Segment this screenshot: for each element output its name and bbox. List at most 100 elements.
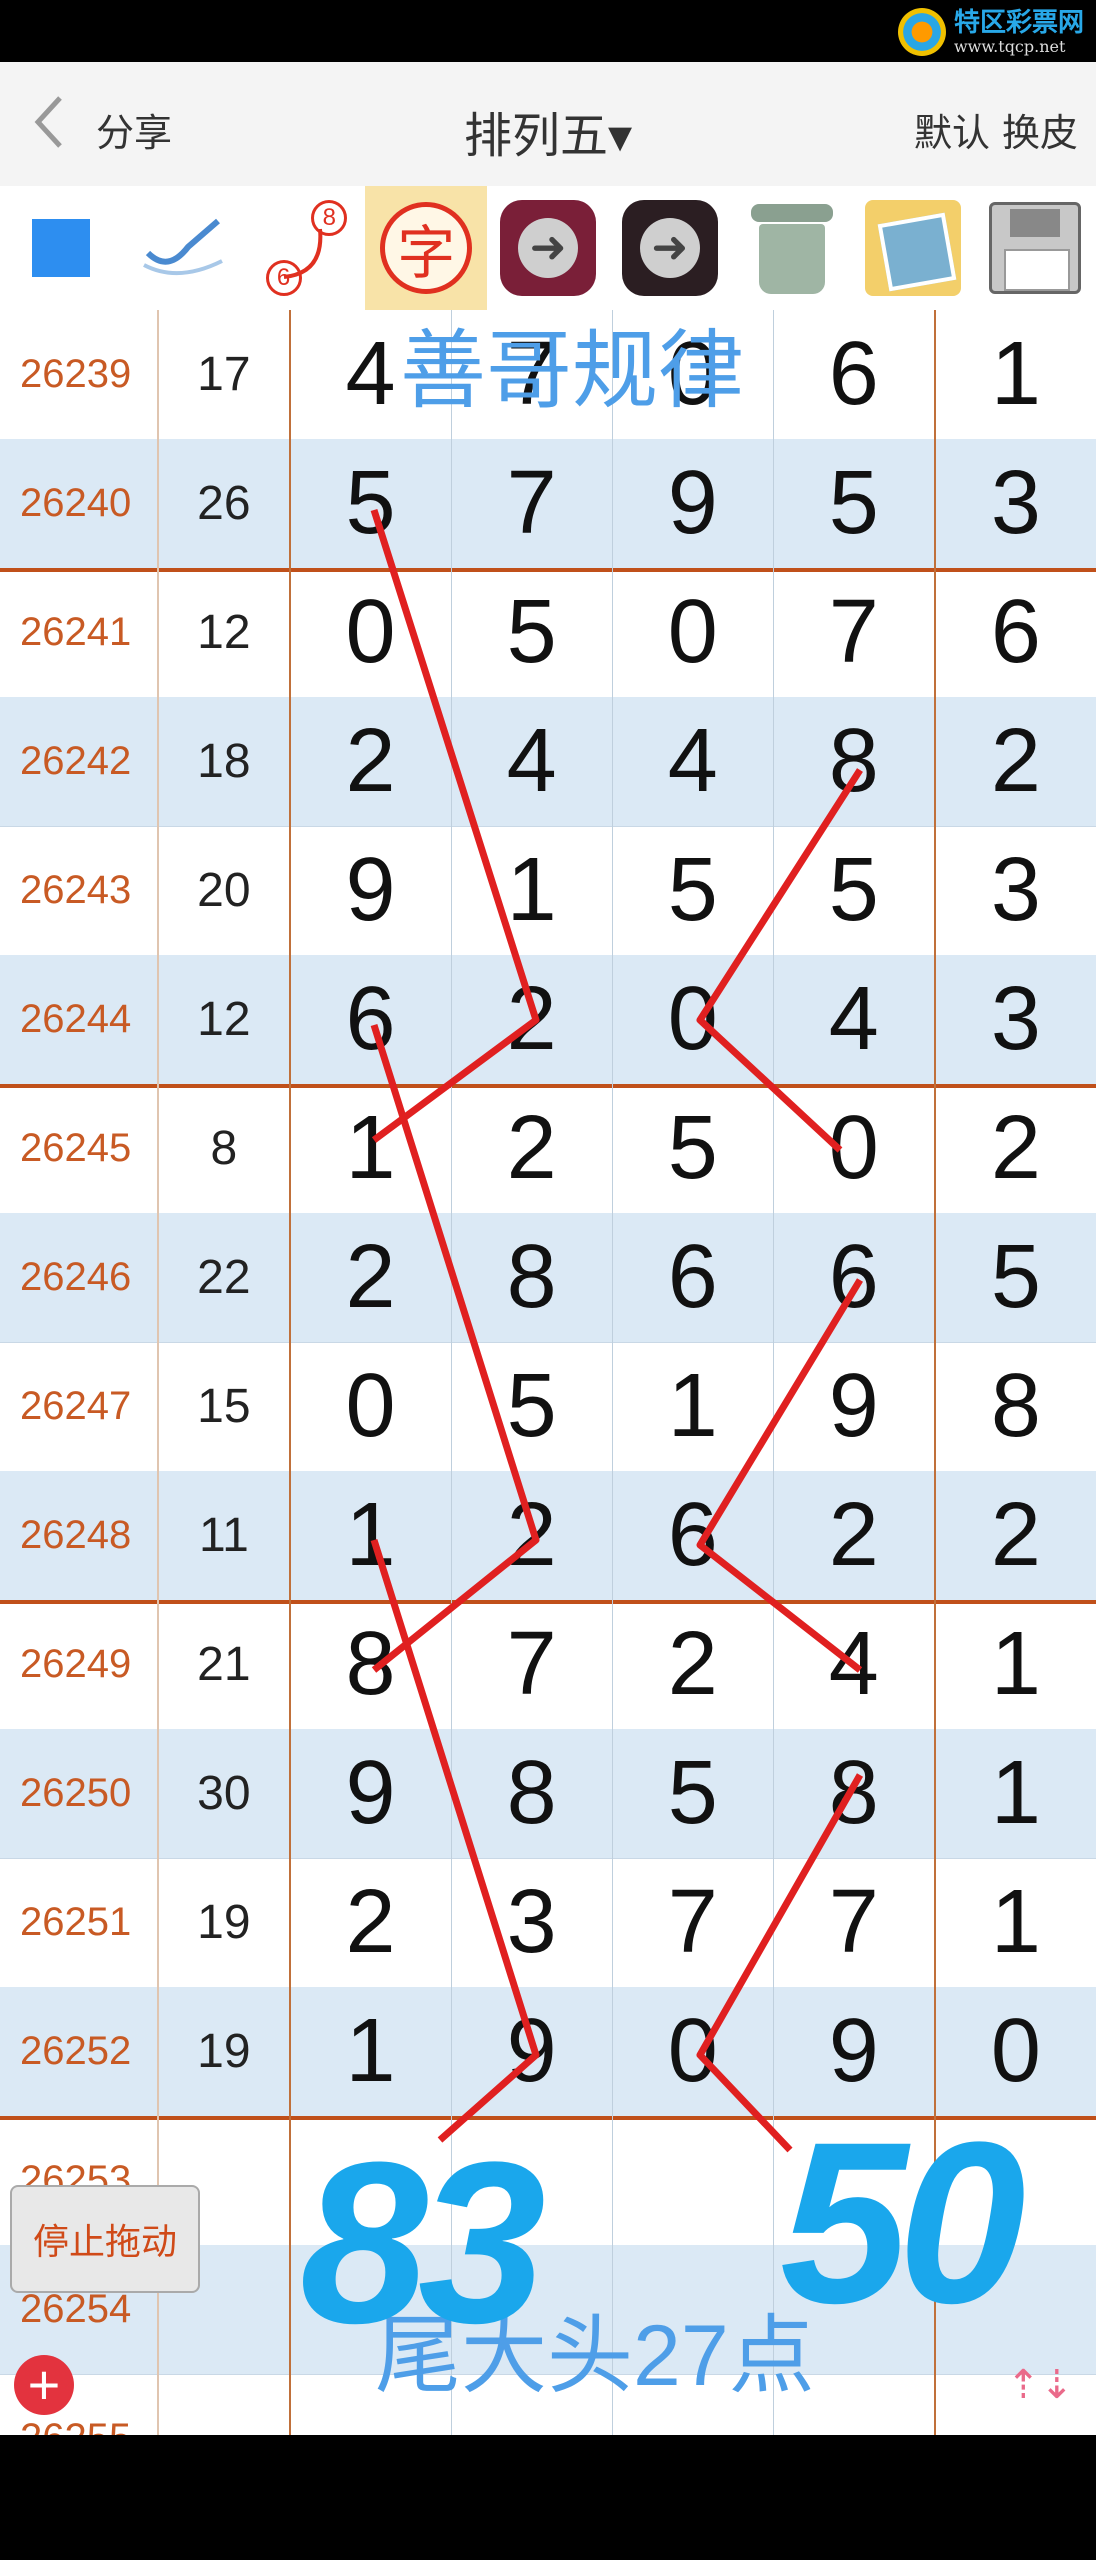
drawing-toolbar: 8 6 字 ➜ ➜ — [0, 186, 1096, 310]
digit-cell: 9 — [291, 826, 452, 955]
issue-number-cell: 26251 — [0, 1858, 160, 1987]
digit-cell: 3 — [990, 969, 1041, 1069]
digit-cell: 0 — [291, 568, 452, 697]
undo-button[interactable]: ➜ — [487, 186, 609, 310]
table-row: 26251 19 2 3 7 7 1 — [0, 1858, 1096, 1988]
digit-cell: 2 — [990, 1098, 1041, 1198]
digit-cell: 9 — [452, 1987, 613, 2116]
digit-cell: 7 — [452, 439, 613, 568]
digit-cell: 2 — [452, 1084, 613, 1213]
digit-cell: 1 — [291, 1987, 452, 2116]
digit-cell: 2 — [990, 1485, 1041, 1585]
sum-cell: 12 — [159, 955, 291, 1084]
save-button[interactable] — [974, 186, 1096, 310]
sum-cell: 11 — [159, 1471, 291, 1600]
digit-cell: 0 — [774, 1084, 936, 1213]
digit-cell: 5 — [613, 1729, 774, 1858]
sum-cell: 26 — [159, 439, 291, 568]
floppy-save-icon — [989, 202, 1082, 294]
digit-cell: 4 — [774, 955, 936, 1084]
digit-cell: 6 — [990, 582, 1041, 682]
issue-number-cell: 26241 — [0, 568, 160, 697]
issue-number-cell: 26250 — [0, 1729, 160, 1858]
sum-cell: 8 — [159, 1084, 291, 1213]
digit-cell: 1 — [990, 1872, 1041, 1972]
default-link[interactable]: 默认 — [914, 102, 990, 157]
table-row: 26248 11 1 2 6 2 2 — [0, 1471, 1096, 1604]
watermark-url: www.tqcp.net — [953, 37, 1066, 56]
digit-cell: 9 — [291, 1729, 452, 1858]
add-button[interactable]: + — [14, 2355, 74, 2415]
digit-cell: 2 — [990, 711, 1041, 811]
digit-cell: 5 — [774, 826, 936, 955]
issue-number-cell: 26252 — [0, 1987, 160, 2116]
digit-cell: 1 — [990, 1614, 1041, 1714]
zi-character-icon: 字 — [380, 202, 473, 294]
pen-tool-button[interactable] — [122, 186, 244, 310]
digit-cell: 6 — [774, 310, 936, 439]
sum-cell: 21 — [159, 1600, 291, 1729]
sum-cell: 22 — [159, 1213, 291, 1342]
digit-cell: 7 — [774, 1858, 936, 1987]
digit-cell: 3 — [990, 840, 1041, 940]
sum-cell: 17 — [159, 310, 291, 439]
clear-button[interactable] — [731, 186, 853, 310]
digit-cell: 2 — [774, 1471, 936, 1600]
digit-cell: 8 — [452, 1729, 613, 1858]
blue-square-icon — [31, 219, 90, 277]
table-row: 26247 15 0 5 1 9 8 — [0, 1342, 1096, 1472]
dot-6-icon: 6 — [265, 260, 302, 296]
change-skin-link[interactable]: 换皮 — [1002, 102, 1078, 157]
digit-cell: 0 — [291, 1342, 452, 1471]
watermark-logo-icon — [897, 8, 946, 56]
digit-cell: 1 — [291, 1471, 452, 1600]
sum-cell: 20 — [159, 826, 291, 955]
annotation-number-left: 83 — [300, 2114, 546, 2371]
table-row: 26242 18 2 4 4 8 2 — [0, 697, 1096, 827]
left-arrow-icon: ➜ — [500, 200, 597, 296]
digit-cell: 0 — [613, 955, 774, 1084]
sum-cell — [159, 2374, 291, 2435]
digit-cell: 6 — [774, 1213, 936, 1342]
sum-cell: 19 — [159, 1987, 291, 2116]
digit-cell: 2 — [452, 955, 613, 1084]
digit-cell: 0 — [613, 568, 774, 697]
stop-drag-button[interactable]: 停止拖动 — [10, 2185, 200, 2293]
text-tool-button[interactable]: 字 — [365, 186, 488, 310]
digit-cell: 2 — [291, 1213, 452, 1342]
digit-cell: 8 — [774, 1729, 936, 1858]
digit-cell — [613, 2116, 774, 2245]
digit-cell: 1 — [990, 1743, 1041, 1843]
annotation-title: 善哥规律 — [400, 323, 744, 419]
issue-number-cell: 26244 — [0, 955, 160, 1084]
issue-number-cell: 26246 — [0, 1213, 160, 1342]
color-picker-button[interactable] — [0, 186, 122, 310]
digit-cell: 9 — [613, 439, 774, 568]
sum-cell: 12 — [159, 568, 291, 697]
digit-cell: 7 — [452, 1600, 613, 1729]
digit-cell: 1 — [452, 826, 613, 955]
watermark: 特区彩票网 www.tqcp.net — [897, 6, 1084, 58]
table-row: 26241 12 0 5 0 7 6 — [0, 568, 1096, 698]
digit-cell: 5 — [613, 1084, 774, 1213]
gallery-button[interactable] — [852, 186, 974, 310]
connect-dots-button[interactable]: 8 6 — [244, 186, 366, 310]
annotation-number-right: 50 — [780, 2094, 1026, 2351]
redo-button[interactable]: ➜ — [609, 186, 731, 310]
issue-number-cell: 26248 — [0, 1471, 160, 1600]
trash-icon — [747, 198, 837, 298]
digit-cell: 6 — [291, 955, 452, 1084]
table-row: 26250 30 9 8 5 8 1 — [0, 1729, 1096, 1859]
scroll-toggle-icon[interactable]: ⇡⇣ — [1006, 2345, 1073, 2425]
digit-cell: 6 — [613, 1213, 774, 1342]
digit-cell: 3 — [452, 1858, 613, 1987]
photos-icon — [865, 200, 962, 296]
pen-check-icon — [142, 218, 223, 275]
top-app-bar: 分享 排列五▾ 默认 换皮 — [0, 62, 1096, 187]
digit-cell: 0 — [613, 1987, 774, 2116]
sum-cell: 18 — [159, 697, 291, 826]
digit-cell: 5 — [613, 826, 774, 955]
digit-cell: 8 — [291, 1600, 452, 1729]
right-arrow-icon: ➜ — [621, 200, 718, 296]
issue-number-cell: 26249 — [0, 1600, 160, 1729]
